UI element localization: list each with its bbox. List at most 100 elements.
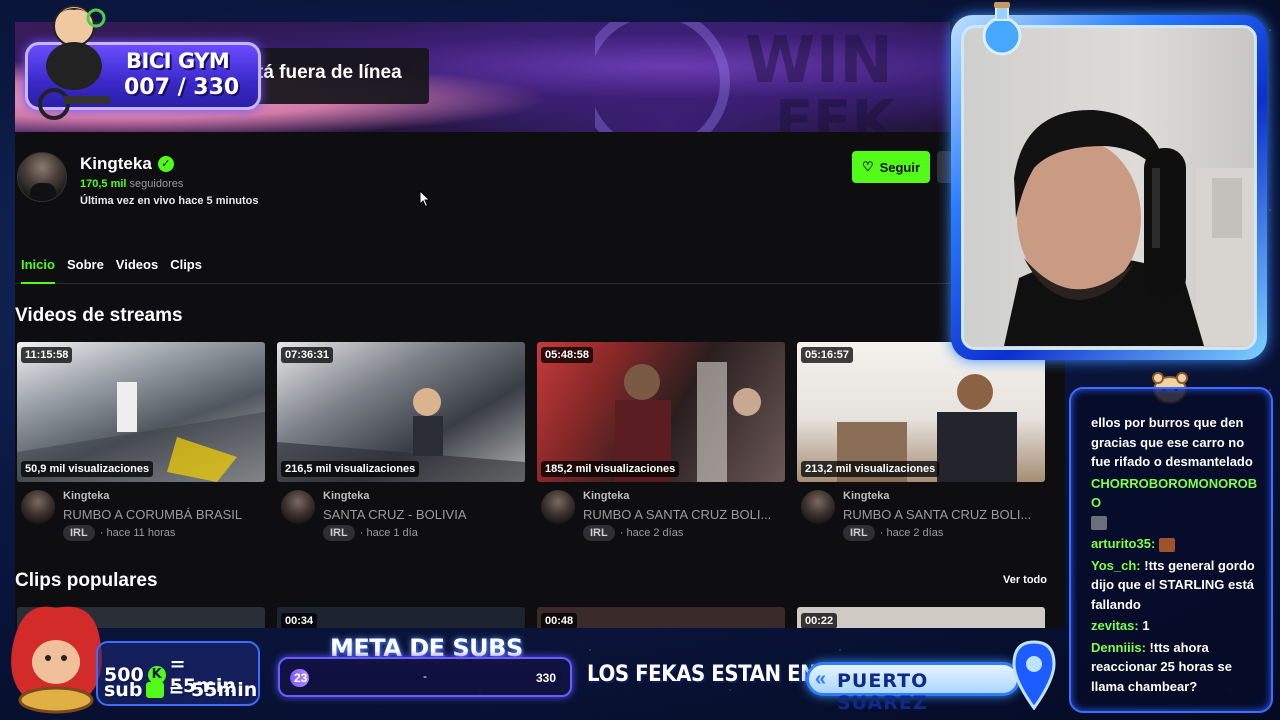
video-channel-name[interactable]: Kingteka (323, 490, 369, 502)
chat-message: ellos por burros que den gracias que ese… (1091, 413, 1261, 472)
potion-decoration-icon (982, 2, 1022, 56)
video-title[interactable]: RUMBO A SANTA CRUZ BOLI... (843, 507, 1043, 522)
category-tag[interactable]: IRL (323, 525, 355, 541)
video-age: · hace 2 días (879, 527, 944, 539)
video-card[interactable]: 07:36:31 216,5 mil visualizaciones Kingt… (277, 342, 525, 542)
streamer-figure (1004, 109, 1254, 346)
channel-avatar[interactable] (17, 152, 67, 202)
meta-separator: - (423, 669, 427, 683)
video-duration: 11:15:58 (21, 347, 73, 363)
clip-card[interactable]: 00:34 (277, 607, 525, 628)
video-channel-avatar[interactable] (541, 490, 575, 524)
meta-subs-progress: 23 - 330 (278, 657, 572, 697)
see-all-link[interactable]: Ver todo (1003, 574, 1047, 586)
follower-count-label: seguidores (129, 178, 184, 190)
video-title[interactable]: RUMBO A SANTA CRUZ BOLI... (583, 507, 783, 522)
video-title[interactable]: SANTA CRUZ - BOLIVIA (323, 507, 523, 522)
tab-videos[interactable]: Videos (116, 254, 158, 284)
more-options-button[interactable] (937, 151, 951, 183)
video-duration: 05:16:57 (801, 347, 854, 363)
svg-text:WIN: WIN (745, 24, 893, 98)
chat-emote-icon (1158, 537, 1175, 552)
video-channel-name[interactable]: Kingteka (63, 490, 109, 502)
video-tags: IRL · hace 2 días (583, 525, 683, 541)
video-age: · hace 2 días (619, 527, 684, 539)
dragon-mascot-icon (11, 606, 102, 714)
video-duration: 07:36:31 (281, 347, 334, 363)
chat-username[interactable]: zevitas: (1091, 618, 1139, 633)
subs-line2-value: sub (104, 679, 143, 701)
category-tag[interactable]: IRL (63, 525, 95, 541)
follow-button-label: Seguir (879, 159, 921, 175)
chat-username[interactable]: Denniiis: (1091, 640, 1146, 655)
chat-username[interactable]: arturito35: (1091, 536, 1155, 551)
video-thumbnail[interactable]: 05:48:58 185,2 mil visualizaciones (537, 342, 785, 482)
video-views: 50,9 mil visualizaciones (21, 461, 154, 477)
video-card[interactable]: 05:48:58 185,2 mil visualizaciones Kingt… (537, 342, 785, 542)
chat-message: arturito35: (1091, 534, 1261, 554)
kick-channel-page: WIN EFK tá fuera de línea Kingteka ✓ 170… (15, 22, 1065, 628)
subs-line-sub: sub = 55min (104, 679, 257, 701)
chat-username[interactable]: CHORROBOROMONOROBO (1091, 476, 1257, 511)
video-meta: Kingteka RUMBO A SANTA CRUZ BOLI... IRL … (797, 482, 1045, 542)
video-card[interactable]: 11:15:58 50,9 mil visualizaciones Kingte… (17, 342, 265, 542)
chat-username[interactable]: Yos_ch: (1091, 558, 1141, 573)
video-age: · hace 1 día (359, 527, 418, 539)
banner-logo-art: WIN EFK (595, 22, 898, 132)
chat-message: CHORROBOROMONOROBO (1091, 474, 1261, 533)
category-tag[interactable]: IRL (843, 525, 875, 541)
subs-line2-result: = 55min (168, 679, 258, 701)
clip-duration: 00:22 (801, 613, 838, 628)
video-channel-avatar[interactable] (801, 490, 835, 524)
bici-gym-count: 007 / 330 (124, 75, 240, 100)
video-title[interactable]: RUMBO A CORUMBÁ BRASIL (63, 507, 263, 522)
chat-panel: ellos por burros que den gracias que ese… (1069, 387, 1273, 713)
video-card[interactable]: 05:16:57 213,2 mil visualizaciones Kingt… (797, 342, 1045, 542)
tab-sobre[interactable]: Sobre (67, 254, 104, 284)
video-views: 185,2 mil visualizaciones (541, 461, 680, 477)
category-tag[interactable]: IRL (583, 525, 615, 541)
streams-section-title: Videos de streams (15, 305, 183, 326)
chat-message: Yos_ch: !tts general gordo dijo que el S… (1091, 556, 1261, 615)
tab-clips[interactable]: Clips (170, 254, 202, 284)
clip-card[interactable]: 00:22 (797, 607, 1045, 628)
chat-emote-icon (1091, 516, 1107, 531)
clip-duration: 00:48 (541, 613, 578, 628)
video-channel-avatar[interactable] (21, 490, 55, 524)
video-meta: Kingteka RUMBO A SANTA CRUZ BOLI... IRL … (537, 482, 785, 542)
follow-button[interactable]: ♡ Seguir (852, 151, 930, 183)
video-thumbnail[interactable]: 11:15:58 50,9 mil visualizaciones (17, 342, 265, 482)
offline-notice: tá fuera de línea (253, 48, 429, 104)
video-views: 213,2 mil visualizaciones (801, 461, 940, 477)
clips-section-title: Clips populares (15, 570, 158, 591)
chevron-left-icon: « (815, 668, 827, 690)
last-live-text: Última vez en vivo hace 5 minutos (80, 195, 259, 207)
location-sign: « PUERTO SUAREZ (806, 662, 1020, 714)
map-pin-icon (1012, 640, 1056, 710)
chat-message-text: 1 (1142, 618, 1150, 633)
video-meta: Kingteka SANTA CRUZ - BOLIVIA IRL · hace… (277, 482, 525, 542)
verified-check-icon: ✓ (157, 156, 174, 172)
follower-count: 170,5 mil seguidores (80, 178, 183, 190)
heart-icon: ♡ (861, 159, 874, 174)
offline-text: tá fuera de línea (257, 62, 402, 83)
clip-card[interactable]: 00:48 (537, 607, 785, 628)
location-name: PUERTO SUAREZ (837, 670, 929, 714)
tab-inicio[interactable]: Inicio (21, 254, 55, 284)
video-views: 216,5 mil visualizaciones (281, 461, 420, 477)
mouse-cursor-icon (419, 190, 431, 208)
video-channel-name[interactable]: Kingteka (583, 490, 629, 502)
chat-message: zevitas: 1 (1091, 616, 1261, 636)
video-thumbnail[interactable]: 05:16:57 213,2 mil visualizaciones (797, 342, 1045, 482)
video-thumbnail[interactable]: 07:36:31 216,5 mil visualizaciones (277, 342, 525, 482)
channel-name[interactable]: Kingteka ✓ (80, 154, 174, 174)
video-tags: IRL · hace 11 horas (63, 525, 175, 541)
bike-rider-mascot-icon (38, 5, 110, 120)
channel-tabs: Inicio Sobre Videos Clips (15, 254, 950, 284)
video-channel-name[interactable]: Kingteka (843, 490, 889, 502)
channel-name-text: Kingteka (80, 154, 152, 173)
video-channel-avatar[interactable] (281, 490, 315, 524)
webcam-feed (961, 25, 1257, 350)
chat-message: Denniiis: !tts ahora reaccionar 25 horas… (1091, 638, 1261, 697)
video-meta: Kingteka RUMBO A CORUMBÁ BRASIL IRL · ha… (17, 482, 265, 542)
